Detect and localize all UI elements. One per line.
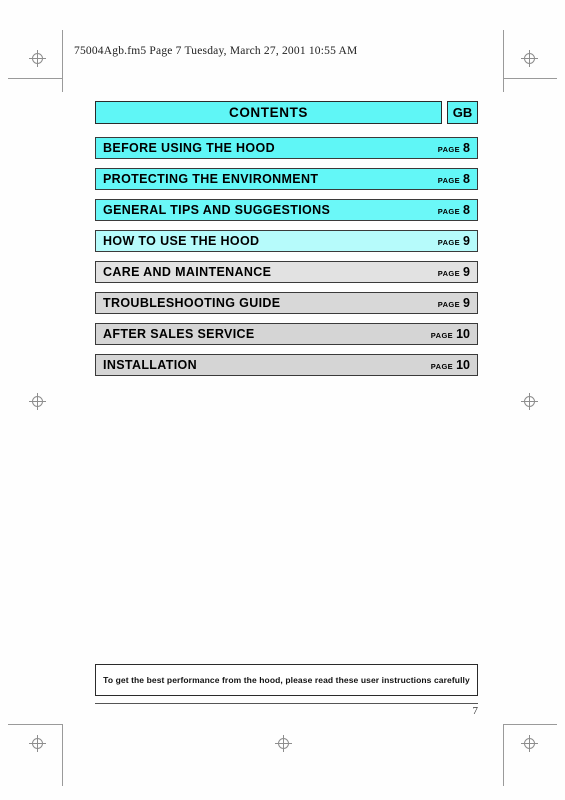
contents-row-page-reference: PAGE 8 [438, 172, 470, 186]
contents-row-page-word: PAGE [437, 300, 461, 309]
contents-row-page-word: PAGE [437, 207, 461, 216]
contents-row-page-word: PAGE [437, 145, 461, 154]
contents-row-page-word: PAGE [437, 176, 461, 185]
contents-row-page-word: PAGE [437, 269, 461, 278]
language-code-box: GB [447, 101, 478, 124]
contents-row-page-number: 8 [463, 172, 470, 186]
contents-row-page-word: PAGE [430, 362, 454, 371]
crop-mark-line-top-left [8, 78, 62, 79]
contents-row-label: AFTER SALES SERVICE [103, 327, 255, 341]
crop-mark-line-left-bottom-vertical [62, 724, 63, 786]
crop-mark-line-right-vertical [503, 30, 504, 92]
registration-mark-middle-right [521, 393, 538, 410]
contents-row-page-number: 9 [463, 296, 470, 310]
contents-row-label: TROUBLESHOOTING GUIDE [103, 296, 281, 310]
contents-row-page-reference: PAGE 9 [438, 265, 470, 279]
table-of-contents-list: BEFORE USING THE HOOD PAGE 8 PROTECTING THE… [95, 137, 478, 385]
contents-row-label: HOW TO USE THE HOOD [103, 234, 260, 248]
contents-row[interactable]: GENERAL TIPS AND SUGGESTIONS PAGE 8 [95, 199, 478, 221]
contents-row[interactable]: BEFORE USING THE HOOD PAGE 8 [95, 137, 478, 159]
contents-row[interactable]: AFTER SALES SERVICE PAGE 10 [95, 323, 478, 345]
contents-row-page-number: 8 [463, 203, 470, 217]
contents-row-page-reference: PAGE 9 [438, 296, 470, 310]
contents-row-page-word: PAGE [437, 238, 461, 247]
contents-title-row: CONTENTS GB [95, 101, 478, 124]
contents-row-page-reference: PAGE 10 [431, 358, 470, 372]
registration-mark-bottom-left [29, 735, 46, 752]
contents-row[interactable]: PROTECTING THE ENVIRONMENT PAGE 8 [95, 168, 478, 190]
contents-row-label: BEFORE USING THE HOOD [103, 141, 275, 155]
contents-row-page-number: 9 [463, 265, 470, 279]
crop-mark-line-left-vertical [62, 30, 63, 92]
contents-row[interactable]: TROUBLESHOOTING GUIDE PAGE 9 [95, 292, 478, 314]
running-header: 75004Agb.fm5 Page 7 Tuesday, March 27, 2… [74, 45, 358, 57]
contents-row-page-number: 10 [456, 327, 470, 341]
page-number-rule [95, 703, 478, 704]
contents-title-bar: CONTENTS [95, 101, 442, 124]
contents-row-label: CARE AND MAINTENANCE [103, 265, 272, 279]
contents-row-page-word: PAGE [430, 331, 454, 340]
registration-mark-middle-left [29, 393, 46, 410]
language-code-label: GB [452, 105, 473, 120]
contents-row-page-number: 9 [463, 234, 470, 248]
contents-row[interactable]: INSTALLATION PAGE 10 [95, 354, 478, 376]
contents-row-page-reference: PAGE 9 [438, 234, 470, 248]
footer-note-box: To get the best performance from the hoo… [95, 664, 478, 696]
contents-row-label: GENERAL TIPS AND SUGGESTIONS [103, 203, 331, 217]
contents-row-page-reference: PAGE 8 [438, 141, 470, 155]
crop-mark-line-top-right [503, 78, 557, 79]
registration-mark-bottom-center [275, 735, 292, 752]
contents-row[interactable]: CARE AND MAINTENANCE PAGE 9 [95, 261, 478, 283]
registration-mark-top-left [29, 50, 46, 67]
crop-mark-line-right-bottom-vertical [503, 724, 504, 786]
footer-note-text: To get the best performance from the hoo… [103, 675, 470, 685]
contents-row-page-reference: PAGE 10 [431, 327, 470, 341]
contents-row[interactable]: HOW TO USE THE HOOD PAGE 9 [95, 230, 478, 252]
crop-mark-line-bottom-right [503, 724, 557, 725]
crop-mark-line-bottom-left [8, 724, 62, 725]
document-page: 75004Agb.fm5 Page 7 Tuesday, March 27, 2… [0, 0, 565, 800]
contents-row-page-number: 10 [456, 358, 470, 372]
page-number: 7 [472, 705, 479, 717]
contents-row-page-reference: PAGE 8 [438, 203, 470, 217]
registration-mark-bottom-right [521, 735, 538, 752]
contents-row-label: PROTECTING THE ENVIRONMENT [103, 172, 319, 186]
contents-row-label: INSTALLATION [103, 358, 198, 372]
contents-row-page-number: 8 [463, 141, 470, 155]
registration-mark-top-right [521, 50, 538, 67]
page-title: CONTENTS [228, 105, 309, 120]
